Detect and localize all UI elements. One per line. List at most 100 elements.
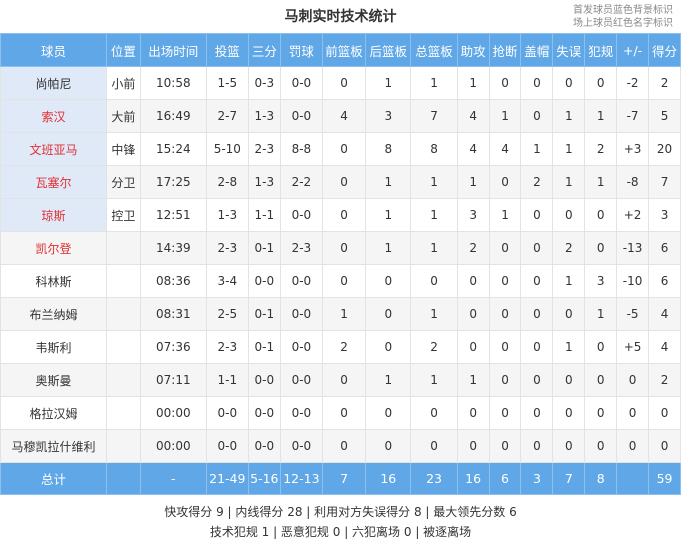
cell-field-goals: 1-1 [205,363,249,397]
cell-offensive-rebounds: 2 [321,330,367,364]
cell-position [105,330,141,364]
cell-position: 大前 [105,99,141,133]
cell-turnovers: 0 [552,396,586,430]
cell-blocks: 0 [520,99,554,133]
header-steals[interactable]: 抢断 [488,33,522,67]
header-player[interactable]: 球员 [0,33,107,67]
cell-turnovers: 1 [552,132,586,166]
header-three-pointers[interactable]: 三分 [247,33,281,67]
cell-minutes: 07:36 [139,330,207,364]
table-row[interactable]: 科林斯 08:36 3-4 0-0 0-0 0 0 0 0 0 0 1 3 -10 6 [0,264,681,298]
header-offensive-rebounds[interactable]: 前篮板 [321,33,367,67]
cell-defensive-rebounds: 0 [365,330,412,364]
player-name[interactable]: 马穆凯拉什维利 [0,429,107,463]
cell-minutes: 07:11 [139,363,207,397]
player-name[interactable]: 布兰纳姆 [0,297,107,331]
table-row[interactable]: 瓦塞尔 分卫 17:25 2-8 1-3 2-2 0 1 1 1 0 2 1 1 -8 7 [0,165,681,199]
player-name[interactable]: 索汉 [0,99,107,133]
table-row[interactable]: 琼斯 控卫 12:51 1-3 1-1 0-0 0 1 1 3 1 0 0 0 +2 3 [0,198,681,232]
table-row[interactable]: 奥斯曼 07:11 1-1 0-0 0-0 0 1 1 1 0 0 0 0 0 2 [0,363,681,397]
total-total-rebounds: 23 [410,462,458,495]
header-fouls[interactable]: 犯规 [584,33,618,67]
table-row[interactable]: 凯尔登 14:39 2-3 0-1 2-3 0 1 1 2 0 0 2 0 -13 6 [0,231,681,265]
cell-points: 6 [648,231,681,265]
cell-minutes: 00:00 [139,396,207,430]
header-points[interactable]: 得分 [648,33,681,67]
cell-total-rebounds: 1 [410,165,458,199]
player-name[interactable]: 韦斯利 [0,330,107,364]
total-points: 59 [648,462,681,495]
cell-defensive-rebounds: 1 [365,165,412,199]
header-free-throws[interactable]: 罚球 [279,33,323,67]
player-name[interactable]: 科林斯 [0,264,107,298]
cell-steals: 0 [488,66,522,100]
header-plus-minus[interactable]: +/- [616,33,650,67]
table-row[interactable]: 韦斯利 07:36 2-3 0-1 0-0 2 0 2 0 0 0 1 0 +5 4 [0,330,681,364]
cell-total-rebounds: 1 [410,363,458,397]
cell-minutes: 14:39 [139,231,207,265]
total-fouls: 8 [584,462,618,495]
cell-free-throws: 0-0 [279,330,323,364]
cell-three-pointers: 1-3 [247,99,281,133]
cell-turnovers: 0 [552,198,586,232]
cell-turnovers: 0 [552,363,586,397]
table-row[interactable]: 马穆凯拉什维利 00:00 0-0 0-0 0-0 0 0 0 0 0 0 0 0 0 0 [0,429,681,463]
player-name[interactable]: 凯尔登 [0,231,107,265]
header-row: 球员 位置 出场时间 投篮 三分 罚球 前篮板 后篮板 总篮板 助攻 抢断 盖帽 失误 犯规 +/- 得分 [0,33,681,67]
cell-fouls: 1 [584,99,618,133]
player-name[interactable]: 文班亚马 [0,132,107,166]
cell-assists: 1 [456,165,490,199]
table-row[interactable]: 索汉 大前 16:49 2-7 1-3 0-0 4 3 7 4 1 0 1 1 -7 5 [0,99,681,133]
cell-total-rebounds: 1 [410,297,458,331]
cell-free-throws: 0-0 [279,429,323,463]
header-defensive-rebounds[interactable]: 后篮板 [365,33,412,67]
cell-defensive-rebounds: 0 [365,429,412,463]
cell-offensive-rebounds: 1 [321,297,367,331]
header-minutes[interactable]: 出场时间 [139,33,207,67]
cell-steals: 1 [488,99,522,133]
cell-free-throws: 0-0 [279,297,323,331]
cell-points: 2 [648,363,681,397]
cell-points: 4 [648,297,681,331]
cell-blocks: 0 [520,396,554,430]
table-row[interactable]: 尚帕尼 小前 10:58 1-5 0-3 0-0 0 1 1 1 0 0 0 0 -2 2 [0,66,681,100]
cell-points: 3 [648,198,681,232]
table-row[interactable]: 格拉汉姆 00:00 0-0 0-0 0-0 0 0 0 0 0 0 0 0 0 0 [0,396,681,430]
cell-assists: 0 [456,264,490,298]
cell-total-rebounds: 0 [410,264,458,298]
cell-defensive-rebounds: 1 [365,198,412,232]
cell-three-pointers: 1-3 [247,165,281,199]
header-assists[interactable]: 助攻 [456,33,490,67]
header-turnovers[interactable]: 失误 [552,33,586,67]
cell-steals: 0 [488,429,522,463]
player-name[interactable]: 格拉汉姆 [0,396,107,430]
total-offensive-rebounds: 7 [321,462,367,495]
totals-row: 总计 -21-49 5-16 12-13 7 16 23 16 6 3 7 8 59 [0,462,681,495]
total-free-throws: 12-13 [279,462,323,495]
header-position[interactable]: 位置 [105,33,141,67]
cell-free-throws: 8-8 [279,132,323,166]
cell-steals: 0 [488,297,522,331]
cell-turnovers: 1 [552,99,586,133]
cell-assists: 0 [456,396,490,430]
cell-total-rebounds: 1 [410,66,458,100]
total-steals: 6 [488,462,522,495]
player-name[interactable]: 奥斯曼 [0,363,107,397]
cell-position [105,297,141,331]
cell-blocks: 0 [520,429,554,463]
player-name[interactable]: 瓦塞尔 [0,165,107,199]
cell-steals: 1 [488,198,522,232]
table-row[interactable]: 文班亚马 中锋 15:24 5-10 2-3 8-8 0 8 8 4 4 1 1 2 +3 20 [0,132,681,166]
cell-minutes: 08:36 [139,264,207,298]
player-name[interactable]: 尚帕尼 [0,66,107,100]
cell-assists: 1 [456,66,490,100]
legend-on-court-note: 场上球员红色名字标识 [573,18,673,29]
cell-plus-minus: -5 [616,297,650,331]
header-total-rebounds[interactable]: 总篮板 [410,33,458,67]
table-row[interactable]: 布兰纳姆 08:31 2-5 0-1 0-0 1 0 1 0 0 0 0 1 -5 4 [0,297,681,331]
cell-free-throws: 0-0 [279,99,323,133]
player-name[interactable]: 琼斯 [0,198,107,232]
header-blocks[interactable]: 盖帽 [520,33,554,67]
cell-defensive-rebounds: 8 [365,132,412,166]
header-field-goals[interactable]: 投篮 [205,33,249,67]
